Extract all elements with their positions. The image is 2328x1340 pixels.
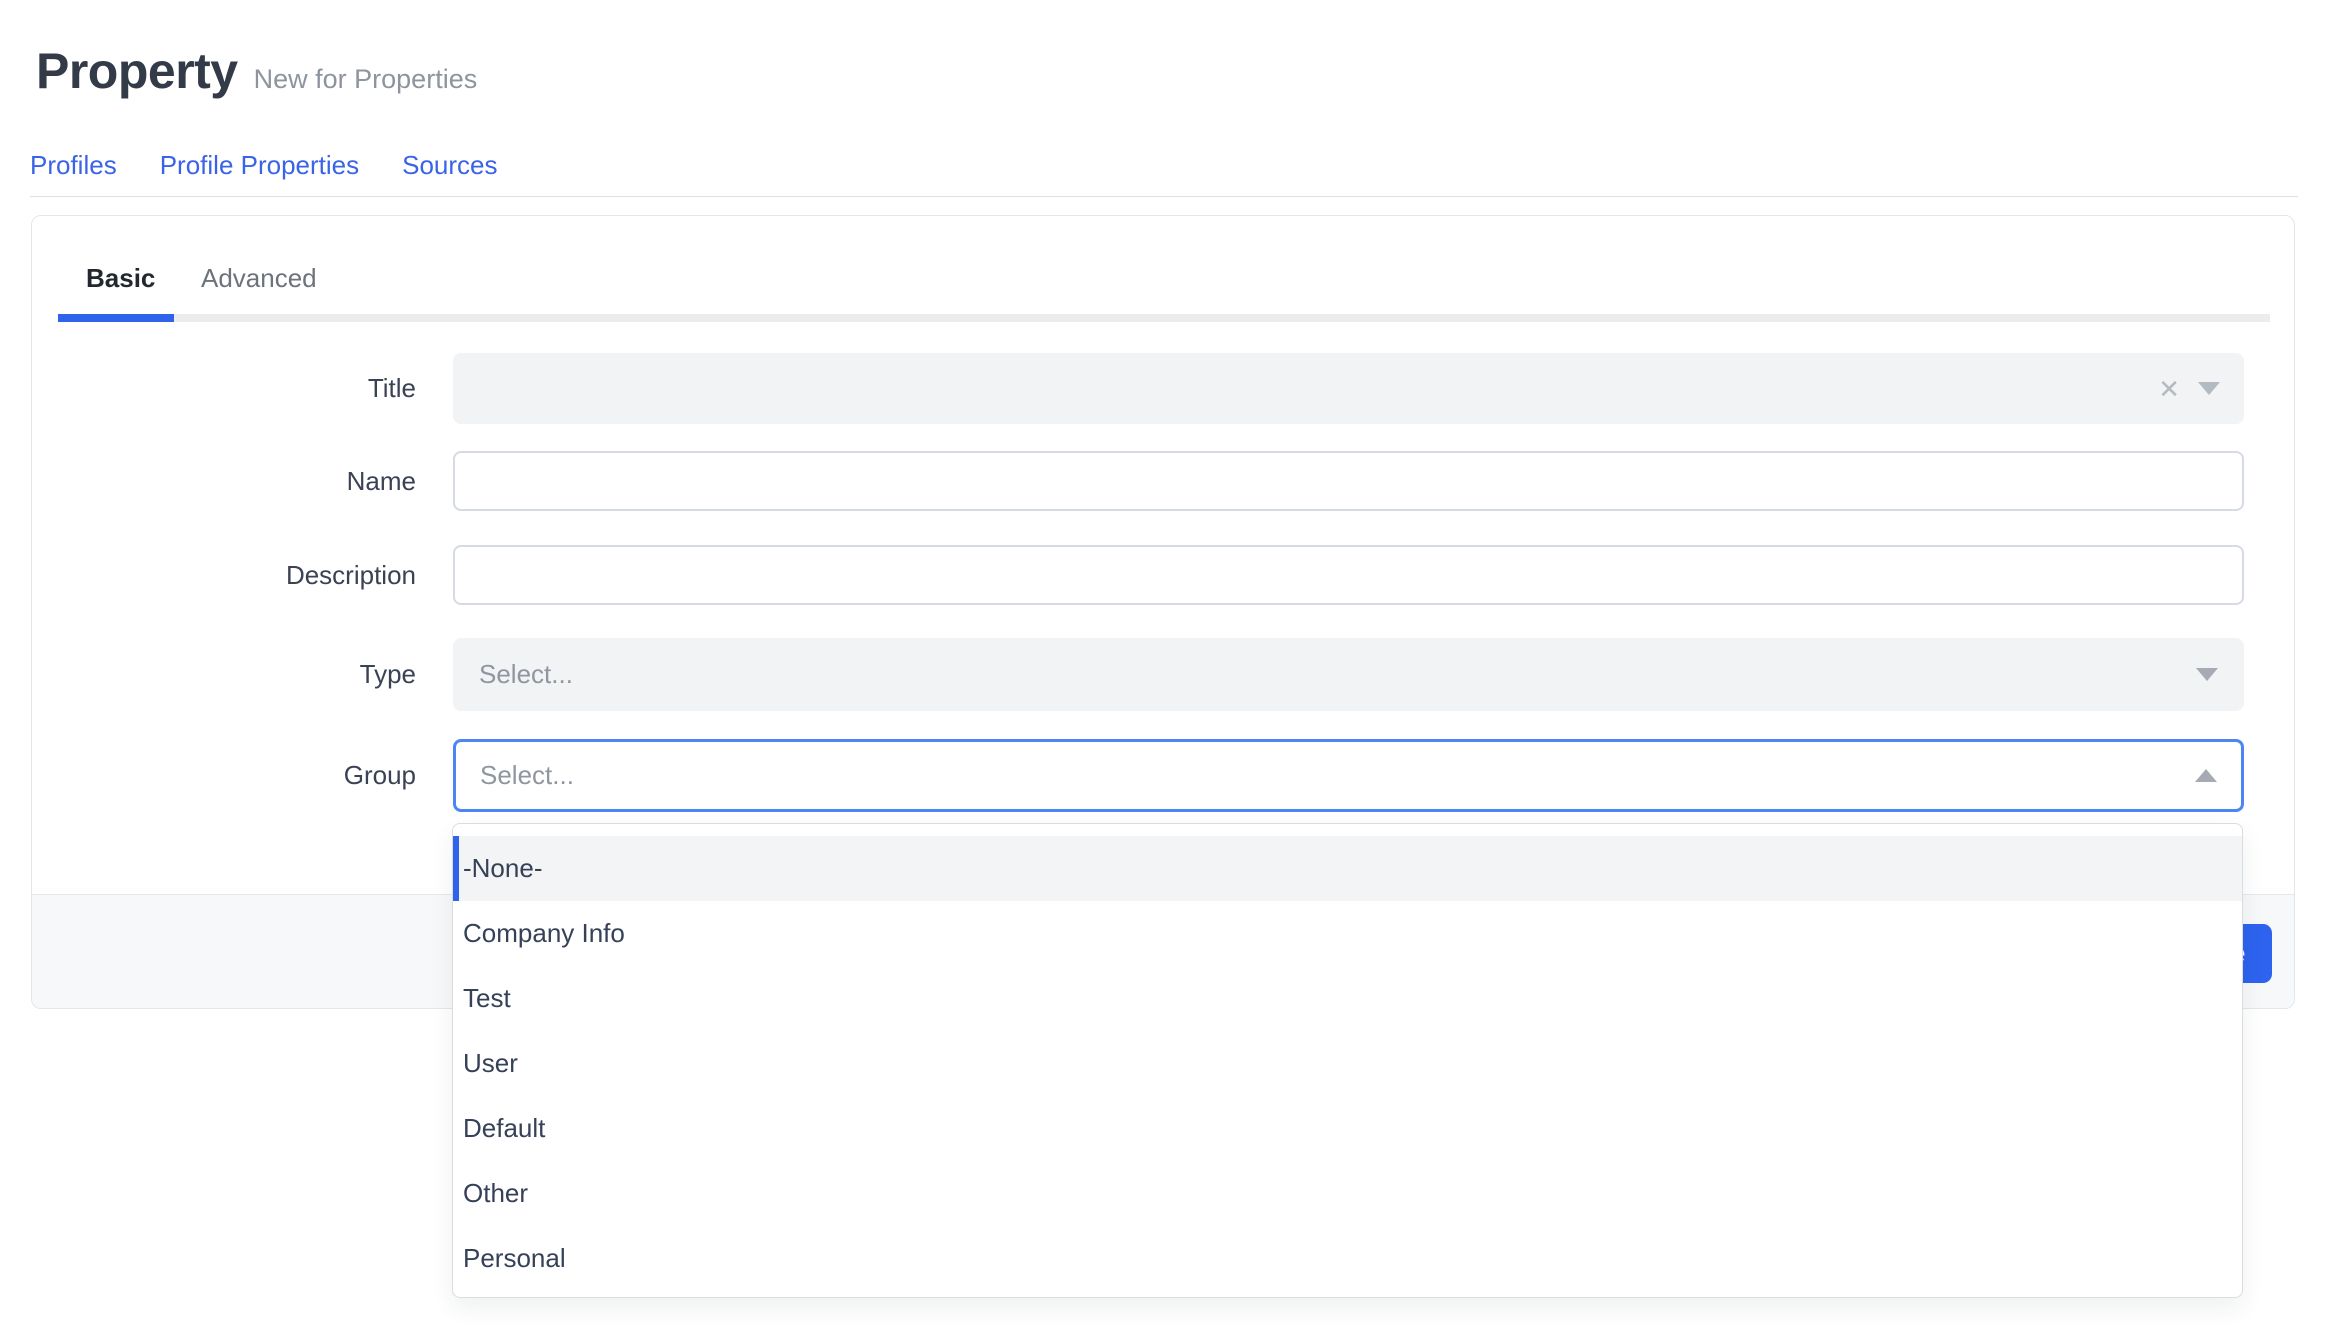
dropdown-option-company-info[interactable]: Company Info (453, 901, 2242, 966)
type-label: Type (32, 638, 416, 711)
dropdown-option-default[interactable]: Default (453, 1096, 2242, 1161)
header-divider (30, 196, 2298, 197)
dropdown-option-user[interactable]: User (453, 1031, 2242, 1096)
chevron-up-icon (2195, 769, 2217, 782)
tab-basic[interactable]: Basic (86, 263, 155, 294)
title-select[interactable]: ✕ (453, 353, 2244, 424)
title-label: Title (32, 353, 416, 424)
page-subtitle: New for Properties (254, 64, 478, 95)
chevron-down-icon (2196, 668, 2218, 681)
name-input[interactable] (453, 451, 2244, 511)
nav-link-profiles[interactable]: Profiles (30, 150, 117, 181)
group-select[interactable]: Select... (453, 739, 2244, 812)
dropdown-option-personal[interactable]: Personal (453, 1226, 2242, 1291)
group-select-placeholder: Select... (480, 760, 574, 791)
page-header: Property New for Properties (36, 42, 477, 100)
tab-advanced[interactable]: Advanced (201, 263, 317, 294)
chevron-down-icon (2198, 382, 2220, 395)
type-select-placeholder: Select... (479, 659, 573, 690)
dropdown-option-other[interactable]: Other (453, 1161, 2242, 1226)
description-input[interactable] (453, 545, 2244, 605)
nav-link-profile-properties[interactable]: Profile Properties (160, 150, 359, 181)
group-dropdown-menu: -None- Company Info Test User Default Ot… (452, 823, 2243, 1298)
dropdown-option-none[interactable]: -None- (453, 836, 2242, 901)
type-select[interactable]: Select... (453, 638, 2244, 711)
dropdown-option-test[interactable]: Test (453, 966, 2242, 1031)
group-label: Group (32, 739, 416, 812)
description-label: Description (32, 545, 416, 605)
name-label: Name (32, 451, 416, 511)
tab-underline-track (58, 314, 2270, 322)
clear-icon[interactable]: ✕ (2158, 376, 2180, 402)
module-nav: Profiles Profile Properties Sources (30, 150, 498, 181)
page-title: Property (36, 42, 238, 100)
tab-active-indicator (58, 314, 174, 322)
page: Property New for Properties Profiles Pro… (0, 0, 2328, 1340)
nav-link-sources[interactable]: Sources (402, 150, 497, 181)
